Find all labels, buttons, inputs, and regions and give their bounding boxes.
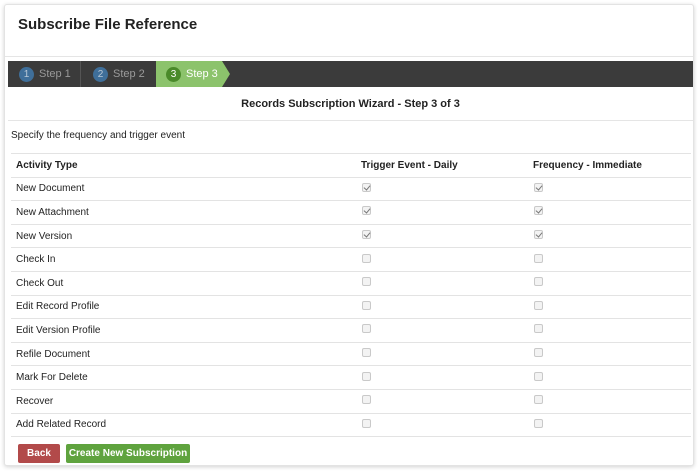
frequency-cell bbox=[528, 412, 691, 438]
step-3[interactable]: 3 Step 3 bbox=[156, 61, 230, 87]
trigger-cell bbox=[356, 341, 528, 366]
page-title: Subscribe File Reference bbox=[18, 16, 198, 33]
create-subscription-button[interactable]: Create New Subscription bbox=[66, 444, 190, 463]
step-label: Step 2 bbox=[113, 68, 145, 80]
frequency-cell bbox=[528, 365, 691, 390]
trigger-checkbox[interactable] bbox=[362, 300, 371, 310]
trigger-checkbox[interactable] bbox=[362, 395, 371, 405]
column-header-activity: Activity Type bbox=[11, 153, 356, 178]
trigger-checkbox[interactable] bbox=[362, 371, 371, 381]
frequency-cell bbox=[528, 247, 691, 272]
activity-type-cell: Add Related Record bbox=[11, 412, 356, 438]
trigger-cell bbox=[356, 223, 528, 248]
trigger-checkbox[interactable] bbox=[362, 348, 371, 358]
step-label: Step 3 bbox=[186, 68, 218, 80]
frequency-checkbox[interactable] bbox=[534, 395, 543, 405]
step-number-badge: 3 bbox=[166, 66, 181, 82]
frequency-checkbox[interactable] bbox=[534, 348, 543, 358]
table-row: Mark For Delete bbox=[11, 365, 691, 390]
frequency-checkbox[interactable] bbox=[534, 230, 543, 240]
table-row: Check Out bbox=[11, 270, 691, 296]
instructions-text: Specify the frequency and trigger event bbox=[11, 130, 185, 141]
frequency-checkbox[interactable] bbox=[534, 324, 543, 334]
table-row: Edit Version Profile bbox=[11, 318, 691, 343]
table-row: Refile Document bbox=[11, 341, 691, 366]
frequency-checkbox[interactable] bbox=[534, 206, 543, 216]
table-row: Recover bbox=[11, 388, 691, 414]
trigger-checkbox[interactable] bbox=[362, 182, 371, 192]
activity-type-cell: New Document bbox=[11, 176, 356, 201]
table-row: Edit Record Profile bbox=[11, 294, 691, 319]
trigger-cell bbox=[356, 294, 528, 319]
frequency-checkbox[interactable] bbox=[534, 277, 543, 287]
button-bar: Back Create New Subscription bbox=[18, 444, 190, 463]
frequency-cell bbox=[528, 294, 691, 319]
activity-type-cell: Recover bbox=[11, 388, 356, 414]
trigger-checkbox[interactable] bbox=[362, 418, 371, 428]
activity-type-cell: Mark For Delete bbox=[11, 365, 356, 390]
subscription-table: Activity Type Trigger Event - Daily Freq… bbox=[11, 153, 691, 438]
trigger-checkbox[interactable] bbox=[362, 206, 371, 216]
dialog-header: Subscribe File Reference bbox=[5, 5, 693, 57]
trigger-cell bbox=[356, 247, 528, 272]
activity-type-cell: Refile Document bbox=[11, 341, 356, 366]
trigger-cell bbox=[356, 176, 528, 201]
activity-type-cell: Edit Version Profile bbox=[11, 318, 356, 343]
trigger-cell bbox=[356, 388, 528, 414]
activity-type-cell: Check Out bbox=[11, 270, 356, 296]
trigger-checkbox[interactable] bbox=[362, 277, 371, 287]
step-1[interactable]: 1 Step 1 bbox=[8, 61, 80, 87]
activity-type-cell: Edit Record Profile bbox=[11, 294, 356, 319]
frequency-checkbox[interactable] bbox=[534, 371, 543, 381]
frequency-checkbox[interactable] bbox=[534, 253, 543, 263]
trigger-cell bbox=[356, 412, 528, 438]
table-row: New Version bbox=[11, 223, 691, 248]
wizard-step-bar: 1 Step 1 2 Step 2 3 Step 3 bbox=[8, 61, 693, 87]
dialog-window: Subscribe File Reference 1 Step 1 2 Step… bbox=[4, 4, 694, 466]
wizard-title: Records Subscription Wizard - Step 3 of … bbox=[8, 87, 693, 121]
activity-type-cell: New Version bbox=[11, 223, 356, 248]
frequency-cell bbox=[528, 200, 691, 225]
trigger-checkbox[interactable] bbox=[362, 253, 371, 263]
frequency-cell bbox=[528, 318, 691, 343]
table-header-row: Activity Type Trigger Event - Daily Freq… bbox=[11, 153, 691, 178]
step-number-badge: 2 bbox=[93, 66, 108, 82]
column-header-trigger: Trigger Event - Daily bbox=[356, 153, 528, 178]
step-2[interactable]: 2 Step 2 bbox=[81, 61, 153, 87]
trigger-cell bbox=[356, 200, 528, 225]
frequency-cell bbox=[528, 223, 691, 248]
trigger-cell bbox=[356, 270, 528, 296]
trigger-checkbox[interactable] bbox=[362, 230, 371, 240]
column-header-frequency: Frequency - Immediate bbox=[528, 153, 691, 178]
activity-type-cell: Check In bbox=[11, 247, 356, 272]
frequency-cell bbox=[528, 341, 691, 366]
frequency-cell bbox=[528, 270, 691, 296]
back-button[interactable]: Back bbox=[18, 444, 60, 463]
frequency-cell bbox=[528, 388, 691, 414]
trigger-cell bbox=[356, 318, 528, 343]
activity-type-cell: New Attachment bbox=[11, 200, 356, 225]
trigger-cell bbox=[356, 365, 528, 390]
trigger-checkbox[interactable] bbox=[362, 324, 371, 334]
frequency-checkbox[interactable] bbox=[534, 182, 543, 192]
table-row: New Document bbox=[11, 176, 691, 201]
frequency-cell bbox=[528, 176, 691, 201]
table-row: Check In bbox=[11, 247, 691, 272]
step-number-badge: 1 bbox=[19, 66, 34, 82]
frequency-checkbox[interactable] bbox=[534, 418, 543, 428]
frequency-checkbox[interactable] bbox=[534, 300, 543, 310]
table-row: Add Related Record bbox=[11, 412, 691, 438]
step-label: Step 1 bbox=[39, 68, 71, 80]
table-row: New Attachment bbox=[11, 200, 691, 225]
